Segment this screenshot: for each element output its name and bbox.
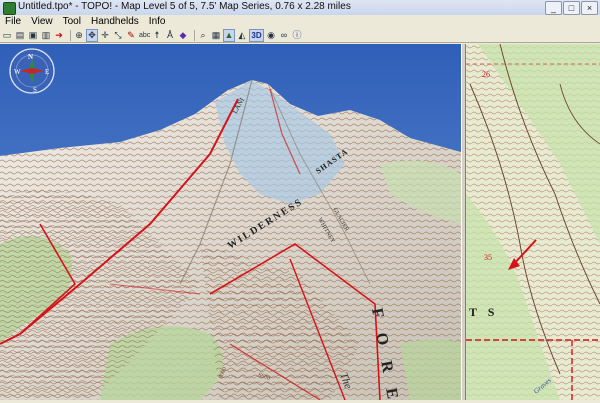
search-icon[interactable]: ⌕ [198, 30, 208, 41]
diamond-icon[interactable]: ◆ [178, 30, 188, 41]
new-icon[interactable]: ▭ [2, 30, 12, 41]
menu-bar: File View Tool Handhelds Info [0, 15, 600, 28]
forest-area [400, 339, 461, 400]
section-number: 35 [484, 253, 492, 262]
terrain-icon[interactable]: ▲ [223, 28, 235, 42]
save-icon[interactable]: ▣ [28, 30, 38, 41]
menu-handhelds[interactable]: Handhelds [86, 15, 144, 28]
compass-s: S [33, 86, 37, 94]
compass-w: W [14, 68, 21, 76]
maximize-button[interactable]: □ [563, 1, 580, 15]
minimize-button[interactable]: _ [545, 1, 562, 15]
view-splitter[interactable] [461, 44, 466, 400]
map-area: LANI SHASTA WILDERNESS WHITNEY GLACIER F… [0, 43, 600, 403]
pen-icon[interactable]: ✎ [126, 30, 136, 41]
compass-e: E [45, 68, 49, 76]
info-icon[interactable]: ⓘ [292, 30, 302, 41]
open-icon[interactable]: ▤ [15, 30, 25, 41]
3d-view[interactable]: LANI SHASTA WILDERNESS WHITNEY GLACIER F… [0, 44, 461, 403]
window-title: Untitled.tpo* - TOPO! - Map Level 5 of 5… [18, 1, 351, 12]
menu-view[interactable]: View [26, 15, 58, 28]
print-icon[interactable]: ▥ [41, 30, 51, 41]
profile-icon[interactable]: ◭ [237, 30, 247, 41]
photo-icon[interactable]: ◉ [266, 30, 276, 41]
window-controls: _ □ × [545, 1, 598, 15]
compass-n: N [28, 53, 33, 61]
compass-tool-icon[interactable]: Å [165, 30, 175, 41]
2d-map-view[interactable]: 26 35 T S Graves [466, 43, 600, 400]
toolbar: ▭ ▤ ▣ ▥ ➔ ⊕ ✥ ✛ ⤡ ✎ abc ☨ Å ◆ ⌕ ▦ ▲ ◭ 3D… [0, 28, 600, 43]
export-icon[interactable]: ➔ [54, 30, 64, 41]
grid-icon[interactable]: ▦ [211, 30, 221, 41]
toolbar-separator [194, 29, 195, 41]
menu-tool[interactable]: Tool [58, 15, 86, 28]
move-icon[interactable]: ✛ [100, 30, 110, 41]
toolbar-separator [70, 29, 71, 41]
3d-icon[interactable]: 3D [249, 28, 264, 42]
menu-file[interactable]: File [0, 15, 26, 28]
section-number: 26 [482, 70, 490, 79]
text-icon[interactable]: abc [139, 30, 150, 41]
title-bar: Untitled.tpo* - TOPO! - Map Level 5 of 5… [0, 0, 600, 16]
zoom-in-icon[interactable]: ⊕ [74, 30, 84, 41]
app-icon [3, 2, 16, 15]
map-canvas[interactable]: LANI SHASTA WILDERNESS WHITNEY GLACIER F… [0, 43, 600, 403]
compass-rose[interactable]: N S E W [9, 48, 55, 94]
menu-info[interactable]: Info [144, 15, 171, 28]
figure-icon[interactable]: ☨ [152, 30, 162, 41]
close-button[interactable]: × [581, 1, 598, 15]
route-icon[interactable]: ⤡ [113, 30, 123, 41]
binoculars-icon[interactable]: ∞ [279, 30, 289, 41]
pan-icon[interactable]: ✥ [86, 28, 98, 42]
label-township: T S [469, 305, 498, 319]
